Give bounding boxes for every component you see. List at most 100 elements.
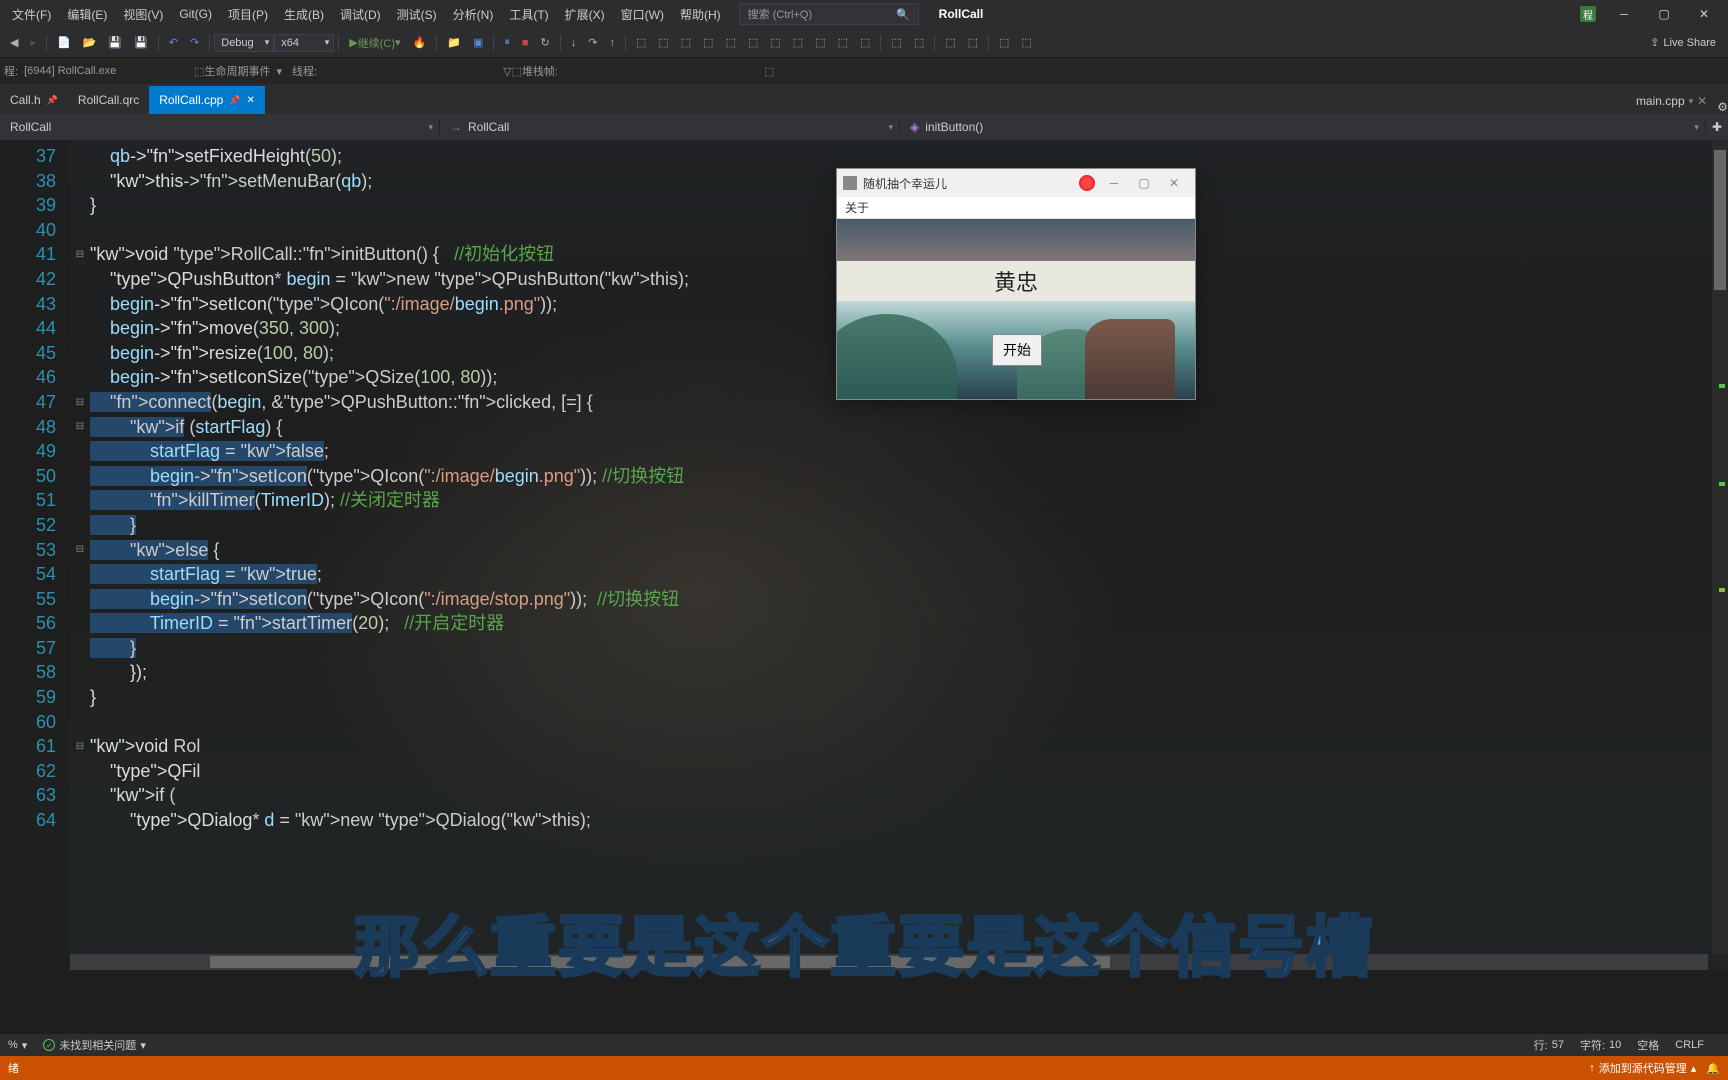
menu-project[interactable]: 项目(P) [220,2,276,27]
toolbar-icon[interactable]: ⬚ [887,34,905,51]
search-input[interactable]: 搜索 (Ctrl+Q) 🔍 [739,3,919,25]
toolbar-icon[interactable]: ⬚ [677,34,695,51]
menu-test[interactable]: 测试(S) [389,2,445,27]
close-icon[interactable]: ✕ [247,95,255,106]
filter-icon[interactable]: ▽ [503,65,511,78]
tab-label: RollCall.cpp [159,93,223,107]
app-maximize[interactable]: ▢ [1129,176,1159,190]
close-icon[interactable]: ✕ [1697,94,1707,108]
debug-toolbar: 程: [6944] RollCall.exe ⬚ 生命周期事件▾ 线程: ▽ ⬚… [0,58,1728,84]
toolbar-icon[interactable]: ⬚ [654,34,672,51]
lifecycle-icon[interactable]: ⬚ [194,65,204,78]
window-icon[interactable]: ▣ [469,34,487,51]
toolbar-icon[interactable]: ⬚ [995,34,1013,51]
live-share-button[interactable]: ⇪ Live Share [1642,32,1724,53]
app-close[interactable]: ✕ [1159,176,1189,190]
app-menu-about[interactable]: 关于 [845,199,869,216]
app-minimize[interactable]: ─ [1099,176,1129,190]
step-into-icon[interactable]: ↓ [567,35,581,51]
search-icon: 🔍 [896,8,910,21]
tab-label: RollCall.qrc [78,93,139,107]
app-titlebar[interactable]: 随机抽个幸运儿 ─ ▢ ✕ [837,169,1195,197]
redo-icon[interactable]: ↷ [186,34,203,51]
toolbar-icon[interactable]: ⬚ [834,34,852,51]
save-all-icon[interactable]: 💾 [130,34,152,51]
live-share-label: Live Share [1663,37,1716,49]
toolbar-icon[interactable]: ⬚ [811,34,829,51]
cursor-line: 行: 57 [1534,1037,1564,1053]
menu-build[interactable]: 生成(B) [276,2,332,27]
platform-dropdown[interactable]: x64 [274,34,334,52]
tab-rollcall-cpp[interactable]: RollCall.cpp 📌 ✕ [149,86,265,114]
tab-overflow-icon[interactable]: ⚙ [1717,100,1728,114]
share-icon: ⇪ [1650,36,1659,49]
app-menubar: 关于 [837,197,1195,219]
menu-help[interactable]: 帮助(H) [672,2,729,27]
menu-analyze[interactable]: 分析(N) [445,2,502,27]
user-badge[interactable]: 程 [1580,6,1596,22]
toolbar-icon[interactable]: ⬚ [632,34,650,51]
toolbar-icon[interactable]: ⬚ [1017,34,1035,51]
folder-icon[interactable]: 📁 [443,34,465,51]
menu-extensions[interactable]: 扩展(X) [557,2,613,27]
tab-main-cpp[interactable]: main.cpp ▾ ✕ [1626,88,1717,114]
issues-status[interactable]: ✓未找到相关问题 ▾ [43,1037,146,1053]
line-ending[interactable]: CRLF [1675,1039,1704,1051]
stop-icon[interactable]: ■ [518,35,533,51]
pause-icon[interactable]: ⏸ [500,34,514,51]
toolbar-icon[interactable]: ⬚ [789,34,807,51]
open-icon[interactable]: 📂 [79,34,101,51]
notification-icon[interactable] [1079,175,1095,191]
toolbar-icon[interactable]: ⬚ [722,34,740,51]
step-over-icon[interactable]: ↷ [584,34,601,51]
start-button[interactable]: 开始 [992,334,1042,366]
minimize-button[interactable]: ─ [1604,0,1644,28]
menu-view[interactable]: 视图(V) [115,2,171,27]
toolbar-icon[interactable]: ⬚ [856,34,874,51]
menu-edit[interactable]: 编辑(E) [59,2,115,27]
pin-icon[interactable]: 📌 [47,95,58,106]
split-icon[interactable]: ✚ [1706,120,1728,134]
toolbar-icon[interactable]: ⬚ [699,34,717,51]
tab-call-h[interactable]: Call.h 📌 [0,86,68,114]
source-control-button[interactable]: ↑ 添加到源代码管理 ▴ [1589,1060,1696,1076]
menu-debug[interactable]: 调试(D) [332,2,389,27]
menu-tools[interactable]: 工具(T) [501,2,556,27]
continue-button[interactable]: ▶ 继续(C) ▾ [345,33,404,53]
new-file-icon[interactable]: 📄 [53,34,75,51]
tab-rollcall-qrc[interactable]: RollCall.qrc [68,86,149,114]
step-out-icon[interactable]: ↑ [605,35,619,51]
process-dropdown[interactable]: [6944] RollCall.exe [24,65,194,77]
debug-icon[interactable]: ⬚ [764,65,774,78]
indent-mode[interactable]: 空格 [1637,1037,1659,1053]
save-icon[interactable]: 💾 [104,34,126,51]
app-content: 黄忠 开始 [837,219,1195,399]
hot-reload-icon[interactable]: 🔥 [409,34,431,51]
nav-back-icon[interactable]: ◀ [6,34,22,51]
undo-icon[interactable]: ↶ [165,34,182,51]
breadcrumb: RollCall → RollCall ◈ initButton() ✚ [0,114,1728,140]
toolbar-icon[interactable]: ⬚ [964,34,982,51]
crumb-scope[interactable]: RollCall [0,120,440,134]
menu-window[interactable]: 窗口(W) [613,2,672,27]
restart-icon[interactable]: ↻ [537,34,554,51]
notification-icon[interactable]: 🔔 [1706,1062,1720,1075]
crumb-class[interactable]: → RollCall [440,120,900,134]
toolbar-icon[interactable]: ⬚ [910,34,928,51]
lifecycle-label: 生命周期事件 [204,63,270,79]
app-name: RollCall [939,7,984,21]
crumb-method[interactable]: ◈ initButton() [900,120,1706,134]
nav-fwd-icon[interactable]: ▸ [26,34,40,51]
toolbar-icon[interactable]: ⬚ [941,34,959,51]
toolbar-icon[interactable]: ⬚ [744,34,762,51]
crumb-label: initButton() [925,120,983,134]
toolbar-icon[interactable]: ⬚ [766,34,784,51]
menu-file[interactable]: 文件(F) [4,2,59,27]
close-button[interactable]: ✕ [1684,0,1724,28]
menu-git[interactable]: Git(G) [171,3,220,25]
zoom-percent[interactable]: % ▾ [8,1039,27,1052]
thread-list-icon[interactable]: ⬚ [512,65,522,78]
pin-icon[interactable]: 📌 [229,95,240,106]
maximize-button[interactable]: ▢ [1644,0,1684,28]
config-dropdown[interactable]: Debug [214,34,274,52]
